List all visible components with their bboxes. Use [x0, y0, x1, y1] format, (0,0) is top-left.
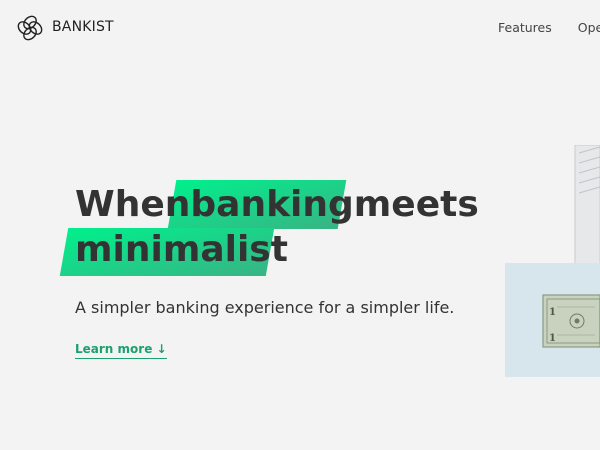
hero-title-meets: meets — [353, 184, 479, 225]
nav-links: Features Opera — [498, 20, 600, 35]
navbar: BANKIST Features Opera — [0, 0, 600, 56]
svg-text:1: 1 — [549, 307, 556, 318]
dollar-bill-icon: 1 1 — [542, 294, 600, 348]
hero-subtitle: A simpler banking experience for a simpl… — [75, 298, 455, 317]
hero-title-when: When — [75, 184, 191, 225]
nav-link-operations[interactable]: Opera — [578, 20, 600, 35]
brand-name[interactable]: BANKIST — [52, 19, 114, 35]
learn-more-button[interactable]: Learn more ↓ — [75, 342, 167, 359]
bankist-logo-icon[interactable] — [16, 14, 44, 42]
svg-text:1: 1 — [549, 333, 556, 344]
hero-title-minimalist: minimalist — [75, 229, 288, 270]
hero-title-banking: banking — [190, 184, 354, 225]
hero-image: 1 1 — [505, 145, 600, 377]
nav-link-features[interactable]: Features — [498, 20, 552, 35]
